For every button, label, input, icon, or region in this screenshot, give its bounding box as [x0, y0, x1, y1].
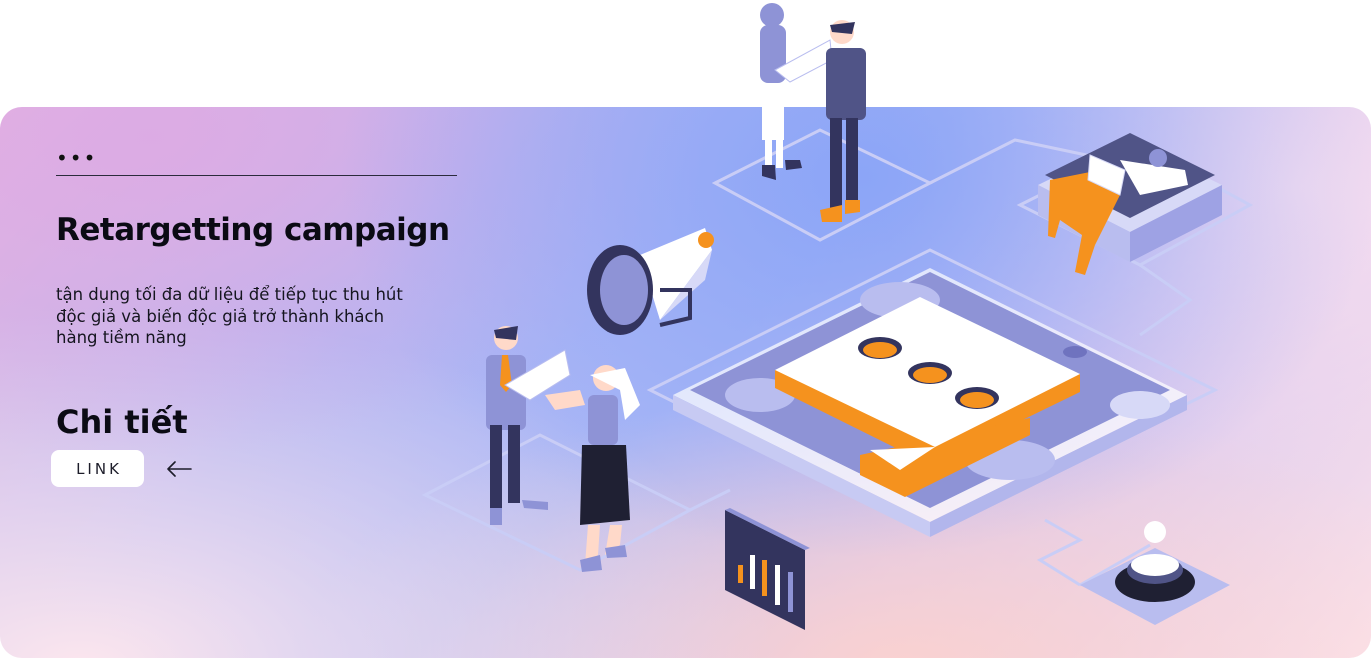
people-top-pair — [760, 3, 866, 222]
campaign-description: tận dụng tối đa dữ liệu để tiếp tục thu … — [56, 285, 403, 347]
bed-reading-scene — [1038, 133, 1222, 275]
divider — [56, 175, 457, 176]
link-button[interactable]: LINK — [51, 450, 144, 487]
more-dots-icon[interactable]: ••• — [56, 148, 458, 168]
detail-heading: Chi tiết — [56, 402, 188, 441]
content-panel: ••• Retargetting campaign tận dụng tối đ… — [56, 148, 458, 441]
arrow-left-icon[interactable] — [166, 460, 192, 477]
megaphone-icon — [587, 228, 714, 335]
campaign-title: Retargetting campaign — [56, 212, 450, 248]
bar-chart-panel-icon — [725, 508, 810, 630]
link-row: LINK — [51, 450, 192, 487]
banner-page: ••• Retargetting campaign tận dụng tối đ… — [0, 0, 1371, 658]
